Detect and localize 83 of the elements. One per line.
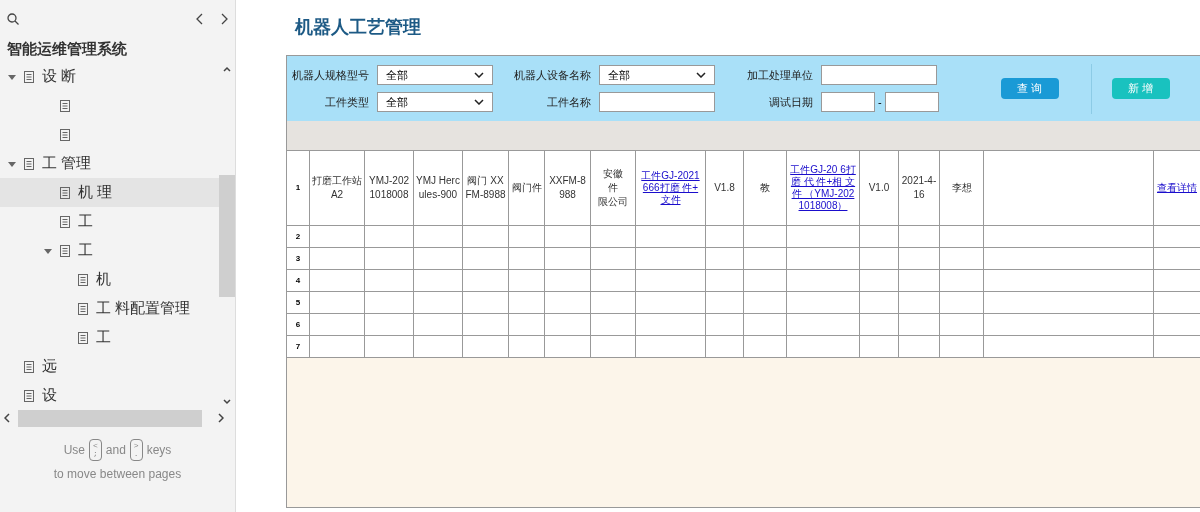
document-icon xyxy=(78,331,88,344)
text-field[interactable] xyxy=(821,65,937,85)
tree-item[interactable]: 工 管理 xyxy=(0,149,219,178)
detail-link[interactable]: 工件GJ-2021 666打磨 件+ 文件 xyxy=(638,170,703,206)
chevron-left-icon[interactable] xyxy=(4,413,10,423)
date-separator: - xyxy=(878,94,882,110)
tree-item[interactable]: 工 xyxy=(0,236,219,265)
tree-item[interactable]: 工 料配置管理 xyxy=(0,294,219,323)
row-number: 7 xyxy=(295,340,301,353)
document-icon xyxy=(24,157,34,170)
chevron-down-icon xyxy=(696,72,706,78)
hint-text: Use xyxy=(63,442,85,459)
table-cell: 打磨工作站 A2 xyxy=(312,174,362,202)
chevron-down-icon xyxy=(474,72,484,78)
chevron-right-icon[interactable] xyxy=(220,13,228,25)
table-cell: 教 xyxy=(760,181,770,195)
filter-label: 工件名称 xyxy=(546,94,591,110)
caret-icon[interactable] xyxy=(44,246,52,255)
table-cell: 安徽 xyxy=(603,167,623,181)
tree-item[interactable]: 设 xyxy=(0,381,219,409)
document-icon xyxy=(24,389,34,402)
tree-item[interactable]: 工 xyxy=(0,323,219,352)
tree-item[interactable]: 机 xyxy=(0,265,219,294)
tree-item[interactable]: 设 断 xyxy=(0,62,219,91)
text-field[interactable] xyxy=(599,92,715,112)
filter-label: 调试日期 xyxy=(768,94,813,110)
select-field[interactable]: 全部 xyxy=(377,92,493,112)
tree-item[interactable]: 远 xyxy=(0,352,219,381)
table-cell-text: YMJ-2021018008 xyxy=(368,174,410,202)
row-number: 2 xyxy=(295,230,301,243)
hint-text: to move between pages xyxy=(53,466,182,483)
filter-label: 加工处理单位 xyxy=(746,67,813,83)
key-cap: > . xyxy=(129,439,143,461)
search-icon[interactable] xyxy=(7,13,19,25)
row-number: 6 xyxy=(295,318,301,331)
table-cell: 2021-4-16 xyxy=(901,174,937,202)
table-cell: V1.8 xyxy=(714,181,735,195)
document-icon xyxy=(60,244,70,257)
detail-link[interactable]: 工件GJ-20 6打磨 代 件+相 文件 （YMJ-2021018008） xyxy=(789,164,857,212)
scrollbar-thumb[interactable] xyxy=(219,174,235,297)
table-cell: V1.0 xyxy=(868,181,890,195)
document-icon xyxy=(60,186,70,199)
document-icon xyxy=(24,360,34,373)
hint-text: keys xyxy=(146,442,172,459)
chevron-right-icon[interactable] xyxy=(218,413,224,423)
row-number: 1 xyxy=(295,182,301,194)
document-icon xyxy=(24,70,34,83)
filter-label: 机器人设备名称 xyxy=(513,67,591,83)
select-field[interactable]: 全部 xyxy=(599,65,715,85)
document-icon xyxy=(78,302,88,315)
scrollbar-thumb[interactable] xyxy=(18,409,202,427)
table-cell: 阀门 XXFM-8988 xyxy=(465,174,506,202)
tree-item[interactable]: 工 xyxy=(0,207,219,236)
tree-item[interactable]: 机 理 xyxy=(0,178,219,207)
table-cell-text: XXFM-8988 xyxy=(548,174,587,202)
date-field[interactable] xyxy=(884,92,939,112)
table-cell: YMJ Hercules-900 xyxy=(416,174,460,202)
row-number: 4 xyxy=(295,274,301,287)
hint-text: and xyxy=(105,442,126,459)
document-icon xyxy=(60,128,70,141)
row-number: 3 xyxy=(295,252,301,265)
sidebar-title: 智能运维管理系统 xyxy=(6,39,128,59)
table-cell: 李想 xyxy=(951,181,972,195)
document-icon xyxy=(60,215,70,228)
chevron-down-icon[interactable] xyxy=(223,399,231,405)
table-cell: 阀门件 xyxy=(511,181,542,195)
caret-icon[interactable] xyxy=(8,159,16,168)
date-field[interactable] xyxy=(821,92,875,112)
table-cell: 件 xyxy=(608,181,618,195)
document-icon xyxy=(78,273,88,286)
key-cap: < ; xyxy=(89,439,102,461)
caret-icon[interactable] xyxy=(8,72,16,81)
table-cell: 限公司 xyxy=(598,195,628,209)
chevron-up-icon[interactable] xyxy=(223,66,231,72)
filter-label: 机器人规格型号 xyxy=(291,67,369,83)
chevron-down-icon xyxy=(474,99,484,105)
select-field[interactable]: 全部 xyxy=(377,65,493,85)
filter-label: 工件类型 xyxy=(324,94,369,110)
document-icon xyxy=(60,99,70,112)
page-title: 机器人工艺管理 xyxy=(293,16,422,39)
detail-link[interactable]: 查看详情 xyxy=(1157,182,1197,194)
chevron-left-icon[interactable] xyxy=(196,13,204,25)
row-number: 5 xyxy=(295,296,301,309)
